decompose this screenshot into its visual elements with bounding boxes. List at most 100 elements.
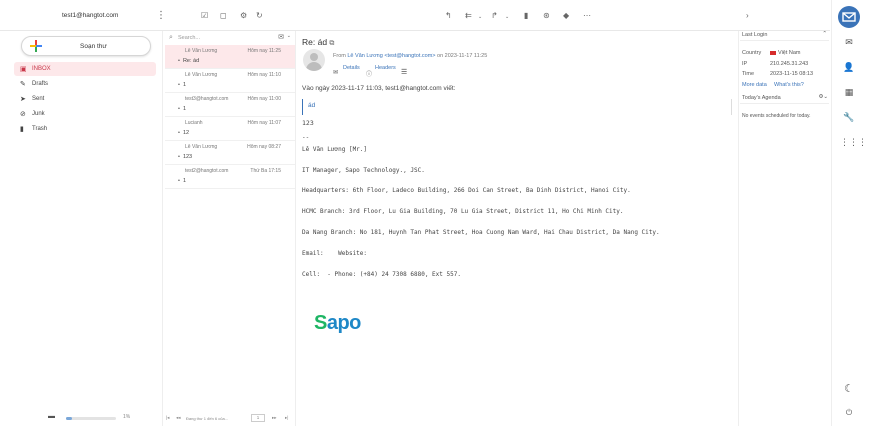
folder-label: Junk xyxy=(32,111,45,117)
folder-trash[interactable]: ▮ Trash xyxy=(14,122,156,136)
headers-link[interactable]: Headers xyxy=(375,65,396,71)
external-link-icon[interactable]: ⧉ xyxy=(329,40,334,47)
junk-icon: ⊘ xyxy=(20,111,26,118)
calendar-icon[interactable]: ▦ xyxy=(840,87,858,101)
message-subject: • 12 xyxy=(178,130,190,136)
agenda-header: Today's Agenda ⚙⌄ xyxy=(740,94,829,104)
country-text: Việt Nam xyxy=(778,50,801,56)
list-icon[interactable]: ☰ xyxy=(401,68,407,76)
list-item[interactable]: Lê Văn Lương Hôm nay 11:10 • 1 xyxy=(165,69,295,93)
more-icon[interactable]: ⋯ xyxy=(583,11,591,20)
compose-button[interactable]: Soạn thư xyxy=(21,36,151,56)
folder-junk[interactable]: ⊘ Junk xyxy=(14,107,156,121)
more-data-link[interactable]: More data xyxy=(742,82,767,88)
country-label: Country xyxy=(742,50,762,56)
message-date: Hôm nay 11:00 xyxy=(247,96,281,102)
chevron-down-icon[interactable]: ⌄ xyxy=(287,33,291,39)
ip-value: 210.245.31.243 xyxy=(770,61,809,67)
next-page-icon[interactable]: ▸▸ xyxy=(272,415,277,421)
envelope-icon: ✉ xyxy=(333,70,339,76)
top-bar xyxy=(0,0,830,31)
chevron-down-icon[interactable]: ⌄ xyxy=(478,14,482,20)
apps-grid-icon[interactable]: ⋮⋮⋮ xyxy=(840,137,867,151)
message-subject-text: 123 xyxy=(182,154,193,160)
quoted-line: ád xyxy=(308,102,316,109)
forward-icon[interactable]: ↱ xyxy=(491,11,498,20)
dark-mode-icon[interactable]: ☾ xyxy=(840,382,858,396)
envelope-icon[interactable]: ✉ xyxy=(278,33,284,41)
ip-label: IP xyxy=(742,61,748,67)
signature-title: IT Manager, Sapo Technology., JSC. xyxy=(302,167,425,174)
tag-icon[interactable]: ◆ xyxy=(563,11,569,20)
sender-name[interactable]: Lê Văn Lương xyxy=(347,53,382,59)
list-item[interactable]: test2@hangtot.com Thứ Ba 17:15 • 1 xyxy=(165,165,295,189)
search-icon: ⌕ xyxy=(169,34,173,41)
header-links: ✉ Details ⓘ Headers ☰ xyxy=(333,65,423,78)
details-link[interactable]: Details xyxy=(343,65,360,71)
subject-text: Re: ád xyxy=(302,37,328,47)
first-page-icon[interactable]: |◂ xyxy=(166,415,169,421)
right-panel xyxy=(738,31,831,426)
folder-sent[interactable]: ➤ Sent xyxy=(14,92,156,106)
prev-page-icon[interactable]: ◂◂ xyxy=(176,415,181,421)
message-from: Lucianh xyxy=(185,120,203,126)
time-value: 2023-11-15 08:13 xyxy=(770,71,814,77)
gear-icon[interactable]: ⚙⌄ xyxy=(818,94,828,100)
message-subject-title: Re: ád ⧉ xyxy=(302,37,334,48)
message-subject: • 123 xyxy=(178,154,193,160)
chevron-right-icon[interactable]: › xyxy=(746,11,749,20)
check-square-icon[interactable]: ☑ xyxy=(201,11,208,20)
gear-icon[interactable]: ⚙ xyxy=(240,11,247,20)
quote-intro: Vào ngày 2023-11-17 11:03, test1@hangtot… xyxy=(302,85,456,92)
chevron-down-icon[interactable]: ⌄ xyxy=(505,14,509,20)
message-subject-text: 1 xyxy=(182,82,186,88)
list-item[interactable]: Lucianh Hôm nay 11:07 • 12 xyxy=(165,117,295,141)
folder-label: Trash xyxy=(32,126,48,132)
user-email[interactable]: test1@hangtot.com xyxy=(62,12,118,19)
logout-power-icon[interactable]: ⏻ xyxy=(840,408,858,422)
list-item[interactable]: Lê Văn Lương Hôm nay 11:25 • Re: ád xyxy=(165,45,295,69)
agenda-title: Today's Agenda xyxy=(742,95,781,101)
message-date: Hôm nay 11:10 xyxy=(247,72,281,78)
plus-icon xyxy=(30,40,42,52)
folder-drafts[interactable]: ✎ Drafts xyxy=(14,77,156,91)
sender-email[interactable]: <test@hangtot.com> xyxy=(384,53,435,59)
folder-inbox[interactable]: ▣ INBOX xyxy=(14,62,156,76)
sent-date: on 2023-11-17 11:25 xyxy=(437,53,488,59)
signature-hcmc: HCMC Branch: 3rd Floor, Lu Gia Building,… xyxy=(302,208,624,215)
compose-label: Soạn thư xyxy=(80,43,107,50)
search-input[interactable]: ⌕ Search... ✉ ⌄ xyxy=(168,33,292,45)
folder-label: INBOX xyxy=(32,66,51,72)
from-line: From Lê Văn Lương <test@hangtot.com> on … xyxy=(333,53,487,59)
pencil-icon: ✎ xyxy=(20,81,26,88)
square-icon[interactable]: ◻ xyxy=(220,11,227,20)
message-from: test2@hangtot.com xyxy=(185,168,229,174)
page-number-input[interactable]: 1 xyxy=(251,414,265,422)
info-icon: ⓘ xyxy=(366,72,373,78)
signature-hq: Headquarters: 6th Floor, Ladeco Building… xyxy=(302,187,631,194)
contacts-icon[interactable]: 👤 xyxy=(840,62,858,76)
list-item[interactable]: Lê Văn Lương Hôm nay 08:27 • 123 xyxy=(165,141,295,165)
chevron-up-icon[interactable]: ⌃ xyxy=(822,31,827,37)
last-login-header[interactable]: Last Login ⌃ xyxy=(740,31,829,41)
message-subject-text: 12 xyxy=(182,130,190,136)
search-placeholder: Search... xyxy=(178,35,201,41)
last-page-icon[interactable]: ▸| xyxy=(285,415,288,421)
message-date: Hôm nay 08:27 xyxy=(247,144,281,150)
no-events-text: No events scheduled for today. xyxy=(742,113,811,119)
mail-icon[interactable]: ✉ xyxy=(840,37,858,51)
delete-icon[interactable]: ▮ xyxy=(524,11,528,20)
reply-all-icon[interactable]: ⇇ xyxy=(465,11,472,20)
refresh-icon[interactable]: ↻ xyxy=(256,11,263,20)
quoted-text: ád xyxy=(302,99,732,115)
archive-icon[interactable]: ⊛ xyxy=(543,11,550,20)
menu-kebab-icon[interactable]: ⋮ xyxy=(156,10,166,21)
settings-wrench-icon[interactable]: 🔧 xyxy=(840,112,858,126)
signature-name: Lê Văn Lương [Mr.] xyxy=(302,146,368,153)
reply-icon[interactable]: ↰ xyxy=(445,11,452,20)
signature-danang: Da Nang Branch: No 181, Huynh Tan Phat S… xyxy=(302,229,660,236)
whats-this-link[interactable]: What's this? xyxy=(774,82,804,88)
mail-app-icon[interactable] xyxy=(838,6,860,28)
message-date: Hôm nay 11:25 xyxy=(247,48,281,54)
list-item[interactable]: test3@hangtot.com Hôm nay 11:00 • 1 xyxy=(165,93,295,117)
